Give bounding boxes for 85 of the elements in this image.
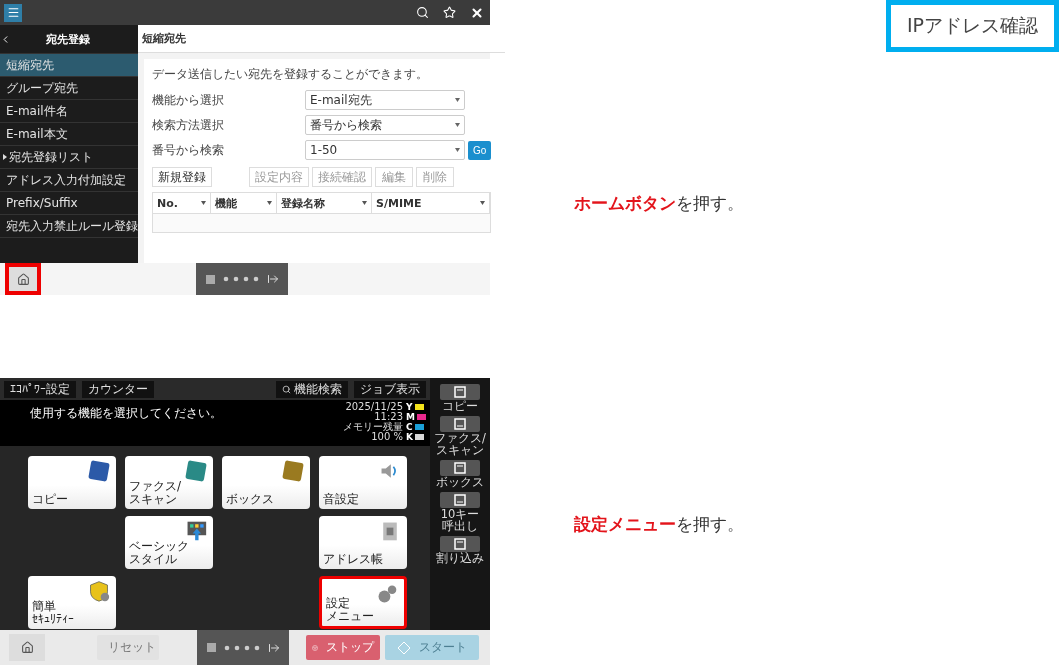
- status-text: メモリー残量: [343, 422, 404, 432]
- toner-label: C: [406, 422, 413, 432]
- sidebar-title: 宛先登録: [44, 31, 91, 47]
- top-button[interactable]: ｴｺﾊﾟﾜｰ設定: [4, 380, 76, 398]
- form-label: 検索方法選択: [152, 116, 225, 134]
- dropdown-arrow-icon: [362, 201, 367, 205]
- dropdown-arrow-icon: [480, 201, 486, 205]
- side-button[interactable]: コピー: [430, 384, 490, 412]
- function-tile[interactable]: ボックス: [222, 456, 310, 509]
- function-tile[interactable]: 音設定: [319, 456, 407, 509]
- dropdown-arrow-icon: [267, 201, 272, 205]
- function-tile[interactable]: アドレス帳: [319, 516, 407, 569]
- tile-icon: [88, 460, 110, 482]
- message-text: 使用する機能を選択してください。: [30, 405, 223, 422]
- home-icon: [20, 641, 34, 654]
- side-button[interactable]: 割り込み: [430, 536, 490, 564]
- job-button[interactable]: ジョブ表示: [354, 380, 426, 398]
- tile-icon: [185, 520, 207, 542]
- side-button-icon: [453, 462, 467, 474]
- instruction-text: 設定メニューを押す。: [574, 513, 744, 536]
- sidebar-item[interactable]: アドレス入力付加設定: [0, 169, 138, 192]
- dropdown-field[interactable]: 番号から検索: [305, 115, 465, 135]
- stop-button[interactable]: ストップ: [306, 635, 380, 660]
- tile-icon: [376, 583, 398, 605]
- dropdown-arrow-icon: [455, 123, 460, 127]
- menu-icon: [6, 6, 20, 19]
- function-search-button[interactable]: 機能検索: [276, 380, 348, 398]
- tile-icon: [282, 460, 304, 482]
- side-button[interactable]: ファクス/ スキャン: [430, 416, 490, 456]
- go-button[interactable]: Go: [468, 140, 492, 160]
- form-label: 機能から選択: [152, 91, 225, 109]
- form-label: 番号から検索: [152, 141, 225, 159]
- dropdown-arrow-icon: [455, 98, 460, 102]
- sidebar-item[interactable]: E-mail件名: [0, 100, 138, 123]
- star-icon[interactable]: [443, 6, 456, 19]
- status-text: 2025/11/25: [345, 402, 404, 412]
- sidebar-item[interactable]: グループ宛先: [0, 77, 138, 100]
- search-icon: [282, 384, 291, 394]
- status-text: 11:23: [374, 412, 404, 422]
- menu-button[interactable]: [4, 3, 22, 22]
- arrow-icon: [267, 641, 280, 654]
- side-button-icon: [453, 386, 467, 398]
- square-icon: [205, 274, 215, 284]
- home-button[interactable]: [5, 263, 41, 295]
- dropdown-field[interactable]: E-mail宛先: [305, 90, 465, 110]
- status-text: 100 %: [371, 432, 404, 442]
- page-title: 短縮宛先: [138, 25, 506, 53]
- page-dots-icon: [223, 644, 260, 651]
- home-icon: [16, 272, 30, 286]
- square-icon: [206, 643, 216, 652]
- sidebar-item[interactable]: 宛先登録リスト: [0, 146, 138, 169]
- home-button[interactable]: [9, 634, 45, 661]
- sidebar-item[interactable]: E-mail本文: [0, 123, 138, 146]
- tile-icon: [88, 580, 110, 602]
- side-button[interactable]: ボックス: [430, 460, 490, 488]
- toner-label: M: [406, 412, 415, 422]
- side-button-icon: [453, 538, 467, 550]
- arrow-icon: [266, 273, 279, 285]
- page-dots-icon: [222, 276, 259, 282]
- top-button[interactable]: カウンター: [82, 380, 154, 398]
- toner-label: Y: [406, 402, 413, 412]
- sidebar-item[interactable]: 宛先入力禁止ルール登録: [0, 215, 138, 238]
- section-tag: IPアドレス確認: [885, 0, 1059, 52]
- instruction-text: ホームボタンを押す。: [574, 192, 744, 215]
- side-button-icon: [453, 494, 467, 506]
- action-button[interactable]: 新規登録: [152, 167, 212, 187]
- side-button-icon: [453, 418, 467, 430]
- close-icon[interactable]: [470, 5, 484, 20]
- tile-icon: [185, 460, 207, 482]
- sidebar-item[interactable]: Prefix/Suffix: [0, 192, 138, 215]
- search-icon[interactable]: [416, 6, 429, 19]
- toner-label: K: [406, 432, 413, 442]
- sidebar-item[interactable]: 短縮宛先: [0, 54, 138, 77]
- function-tile[interactable]: ベーシック スタイル: [125, 516, 213, 569]
- function-tile[interactable]: ファクス/ スキャン: [125, 456, 213, 509]
- dropdown-arrow-icon: [455, 148, 460, 152]
- description-text: データ送信したい宛先を登録することができます。: [152, 66, 429, 83]
- dropdown-arrow-icon: [201, 201, 206, 205]
- function-tile[interactable]: コピー: [28, 456, 116, 509]
- dropdown-field[interactable]: 1-50: [305, 140, 465, 160]
- side-button[interactable]: 10キー 呼出し: [430, 492, 490, 532]
- expand-arrow-icon: [3, 154, 7, 160]
- function-tile[interactable]: 簡単 ｾｷｭﾘﾃｨｰ: [28, 576, 116, 629]
- function-tile[interactable]: 設定 メニュー: [319, 576, 407, 629]
- diamond-icon: [397, 640, 411, 655]
